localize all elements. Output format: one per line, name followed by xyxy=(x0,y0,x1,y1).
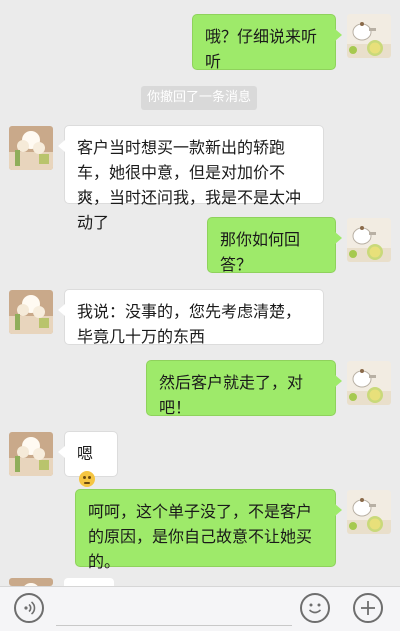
flower-avatar-image xyxy=(9,578,53,586)
chat-bubble-sent[interactable]: 那你如何回答？ xyxy=(207,217,342,274)
message-text: 我说：没事的，您先考虑清楚，毕竟几十万的东西 xyxy=(77,302,302,346)
input-toolbar xyxy=(0,586,400,631)
teapot-avatar-image xyxy=(347,361,391,405)
own-avatar[interactable] xyxy=(347,361,391,405)
emoji-button[interactable] xyxy=(300,593,330,623)
contact-avatar[interactable] xyxy=(9,126,53,170)
chat-area[interactable]: 哦？仔细说来听听 你撤回了一条消息 客户当时想买一款新出的轿跑车，她很中意，但是… xyxy=(0,0,400,586)
chat-bubble-received[interactable] xyxy=(64,578,114,586)
own-avatar[interactable] xyxy=(347,14,391,58)
recall-notice: 你撤回了一条消息 xyxy=(141,86,258,110)
flower-avatar-image xyxy=(9,126,53,170)
smiling-face-icon xyxy=(79,471,95,487)
message-text: 那你如何回答？ xyxy=(220,230,301,274)
voice-button[interactable] xyxy=(14,593,44,623)
teapot-avatar-image xyxy=(347,14,391,58)
chat-bubble-received[interactable]: 客户当时想买一款新出的轿跑车，她很中意，但是对加价不爽，当时还问我，我是不是太冲… xyxy=(58,125,324,232)
chat-bubble-received[interactable]: 嗯 xyxy=(58,431,118,487)
flower-avatar-image xyxy=(9,432,53,476)
teapot-avatar-image xyxy=(347,218,391,262)
message-text: 呵呵，这个单子没了，不是客户的原因，是你自己故意不让她买的。 xyxy=(88,502,313,571)
message-text: 哦？仔细说来听听 xyxy=(205,27,318,71)
teapot-avatar-image xyxy=(347,490,391,534)
add-button[interactable] xyxy=(353,593,383,623)
flower-avatar-image xyxy=(9,290,53,334)
contact-avatar[interactable] xyxy=(9,290,53,334)
chat-bubble-sent[interactable]: 哦？仔细说来听听 xyxy=(192,14,342,71)
chat-bubble-sent[interactable]: 然后客户就走了，对吧！ xyxy=(146,360,342,417)
emoji-icon xyxy=(308,603,322,614)
own-avatar[interactable] xyxy=(347,490,391,534)
voice-icon xyxy=(24,601,36,615)
plus-icon xyxy=(361,601,375,615)
chat-bubble-received[interactable]: 我说：没事的，您先考虑清楚，毕竟几十万的东西 xyxy=(58,289,324,346)
message-text: 然后客户就走了，对吧！ xyxy=(159,373,304,417)
message-text: 嗯 xyxy=(77,444,94,463)
chat-bubble-sent[interactable]: 呵呵，这个单子没了，不是客户的原因，是你自己故意不让她买的。 xyxy=(75,489,342,571)
contact-avatar[interactable] xyxy=(9,432,53,476)
message-input[interactable] xyxy=(56,595,292,626)
own-avatar[interactable] xyxy=(347,218,391,262)
contact-avatar[interactable] xyxy=(9,578,53,586)
